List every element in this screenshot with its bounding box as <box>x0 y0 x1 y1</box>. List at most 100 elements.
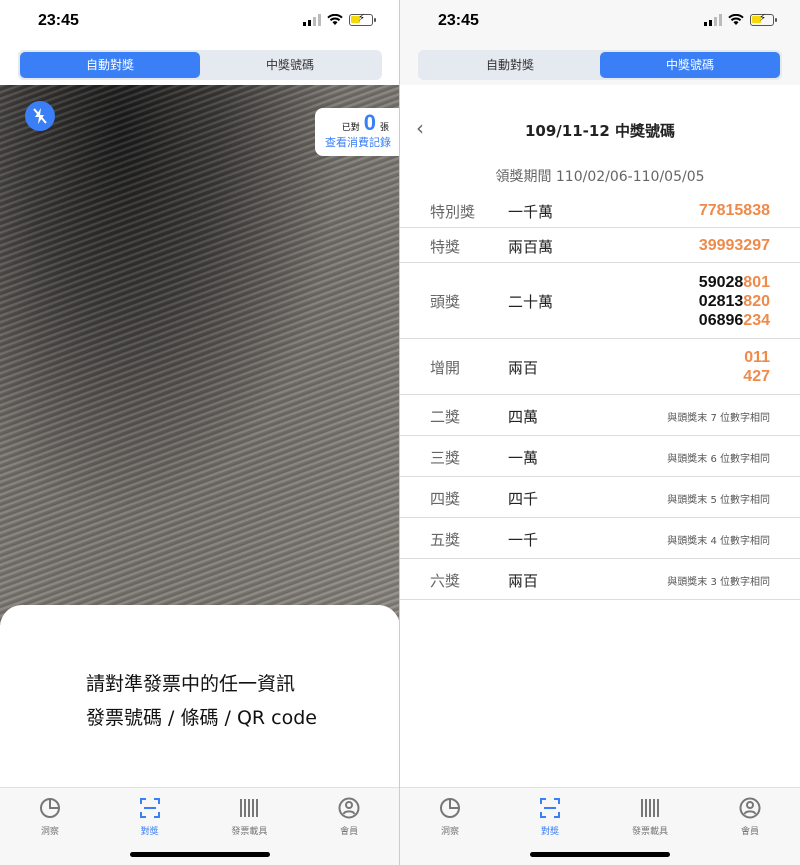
winning-number-list: 77815838 <box>699 201 770 220</box>
tab-member[interactable]: 會員 <box>700 788 800 865</box>
tab-label: 洞察 <box>40 827 59 837</box>
prize-rule-note: 與頭獎末 3 位數字相同 <box>667 576 770 588</box>
signal-icon <box>303 14 321 26</box>
instruction-sheet: 請對準發票中的任一資訊 發票號碼 / 條碼 / QR code <box>0 605 399 795</box>
number-highlight: 427 <box>743 368 770 385</box>
prize-name: 五獎 <box>430 530 461 549</box>
number-highlight: 820 <box>743 292 770 310</box>
tab-winning-numbers[interactable]: 中獎號碼 <box>200 52 380 78</box>
pie-chart-icon <box>39 798 60 818</box>
bottom-tab-bar: 洞察 對獎 發票載具 會員 <box>0 787 399 865</box>
barcode-icon <box>240 799 259 817</box>
view-records-link[interactable]: 查看消費記錄 <box>325 134 391 150</box>
bottom-tab-bar: 洞察 對獎 發票載具 會員 <box>400 787 800 865</box>
prize-amount: 四萬 <box>508 407 539 426</box>
checked-counter[interactable]: 已對 0 張 查看消費記錄 <box>315 108 399 156</box>
tab-insights[interactable]: 洞察 <box>0 788 100 865</box>
winning-numbers-screen: 23:45 ⚡ 自動對獎 中獎號碼 ‹ 109/11-12 中獎號碼 領獎期間 … <box>400 0 800 865</box>
instruction-line-1: 請對準發票中的任一資訊 <box>86 673 296 695</box>
prize-rule-note: 與頭獎末 7 位數字相同 <box>667 412 770 424</box>
page-title: 109/11-12 中獎號碼 <box>525 122 675 140</box>
status-time: 23:45 <box>38 12 79 29</box>
winning-number-list: 59028801 02813820 06896234 <box>699 273 770 330</box>
scan-icon <box>540 798 560 818</box>
counter-count: 0 <box>363 110 376 135</box>
number-highlight: 801 <box>743 273 770 291</box>
number-prefix: 59028 <box>698 273 744 291</box>
number-prefix: 06896 <box>698 311 744 329</box>
prize-name: 頭獎 <box>430 293 461 311</box>
wifi-icon <box>327 14 343 25</box>
user-icon <box>739 797 761 819</box>
prize-name: 四獎 <box>430 489 461 508</box>
tab-label: 發票載具 <box>231 827 268 837</box>
prize-row: 四獎 四千 與頭獎末 5 位數字相同 <box>400 477 800 518</box>
tab-label: 洞察 <box>440 827 459 837</box>
winning-number: 39993297 <box>699 236 770 255</box>
prize-row: 增開 兩百 011 427 <box>400 339 800 395</box>
instruction-line-2: 發票號碼 / 條碼 / QR code <box>86 707 317 729</box>
segmented-control: 自動對獎 中獎號碼 <box>18 50 382 80</box>
prize-table: 特別獎 一千萬 77815838 特獎 兩百萬 39993297 頭獎 二十萬 59028801… <box>400 193 800 600</box>
flash-off-icon[interactable] <box>25 101 55 131</box>
prize-amount: 二十萬 <box>508 293 554 311</box>
segmented-control: 自動對獎 中獎號碼 <box>418 50 782 80</box>
number-highlight: 234 <box>743 311 770 329</box>
prize-amount: 四千 <box>508 489 539 508</box>
tab-label: 對獎 <box>540 827 559 837</box>
prize-name: 增開 <box>430 359 461 377</box>
winning-number: 427 <box>743 367 770 386</box>
winning-number-list: 39993297 <box>699 236 770 255</box>
number-highlight: 011 <box>744 349 770 366</box>
winning-number-list: 011 427 <box>743 348 770 386</box>
tab-member[interactable]: 會員 <box>299 788 399 865</box>
counter-suffix: 張 <box>379 123 389 133</box>
user-icon <box>338 797 360 819</box>
tab-label: 會員 <box>340 827 359 837</box>
winning-number: 06896234 <box>699 311 770 330</box>
battery-icon: ⚡ <box>750 13 777 26</box>
tab-auto-check[interactable]: 自動對獎 <box>420 52 600 78</box>
prize-amount: 一萬 <box>508 448 539 467</box>
number-highlight: 77815838 <box>698 202 770 219</box>
status-bar: 23:45 ⚡ <box>0 0 399 44</box>
winning-number: 011 <box>743 348 770 367</box>
tab-insights[interactable]: 洞察 <box>400 788 500 865</box>
prize-name: 特獎 <box>430 237 461 256</box>
number-prefix: 02813 <box>698 292 744 310</box>
prize-name: 特別獎 <box>430 202 476 221</box>
counter-prefix: 已對 <box>341 123 360 133</box>
home-indicator <box>530 852 670 857</box>
prize-row: 頭獎 二十萬 59028801 02813820 06896234 <box>400 263 800 339</box>
status-bar: 23:45 ⚡ <box>400 0 800 44</box>
status-time: 23:45 <box>438 12 479 29</box>
tab-auto-check[interactable]: 自動對獎 <box>20 52 200 78</box>
prize-amount: 兩百萬 <box>508 237 554 256</box>
scan-icon <box>139 798 160 818</box>
prize-row: 特獎 兩百萬 39993297 <box>400 228 800 263</box>
page-header: ‹ 109/11-12 中獎號碼 <box>400 110 800 150</box>
camera-preview <box>0 85 399 625</box>
prize-amount: 一千 <box>508 530 539 549</box>
prize-name: 三獎 <box>430 448 461 467</box>
prize-amount: 一千萬 <box>508 202 554 221</box>
winning-number: 77815838 <box>699 201 770 220</box>
prize-rule-note: 與頭獎末 6 位數字相同 <box>667 453 770 465</box>
winning-number: 02813820 <box>699 292 770 311</box>
prize-rule-note: 與頭獎末 5 位數字相同 <box>667 494 770 506</box>
prize-name: 二獎 <box>430 407 461 426</box>
number-highlight: 39993297 <box>698 237 770 254</box>
pie-chart-icon <box>440 798 460 818</box>
prize-name: 六獎 <box>430 571 461 590</box>
scanner-screen: 23:45 ⚡ 自動對獎 中獎號碼 已對 0 張 查看消費記錄 請對準發票中的任… <box>0 0 400 865</box>
prize-amount: 兩百 <box>508 571 539 590</box>
tab-label: 對獎 <box>140 827 159 837</box>
prize-row: 六獎 兩百 與頭獎末 3 位數字相同 <box>400 559 800 600</box>
prize-row: 五獎 一千 與頭獎末 4 位數字相同 <box>400 518 800 559</box>
prize-row: 二獎 四萬 與頭獎末 7 位數字相同 <box>400 395 800 436</box>
battery-icon: ⚡ <box>349 13 376 26</box>
prize-row: 三獎 一萬 與頭獎末 6 位數字相同 <box>400 436 800 477</box>
prize-row: 特別獎 一千萬 77815838 <box>400 193 800 228</box>
home-indicator <box>130 852 270 857</box>
tab-winning-numbers[interactable]: 中獎號碼 <box>600 52 780 78</box>
